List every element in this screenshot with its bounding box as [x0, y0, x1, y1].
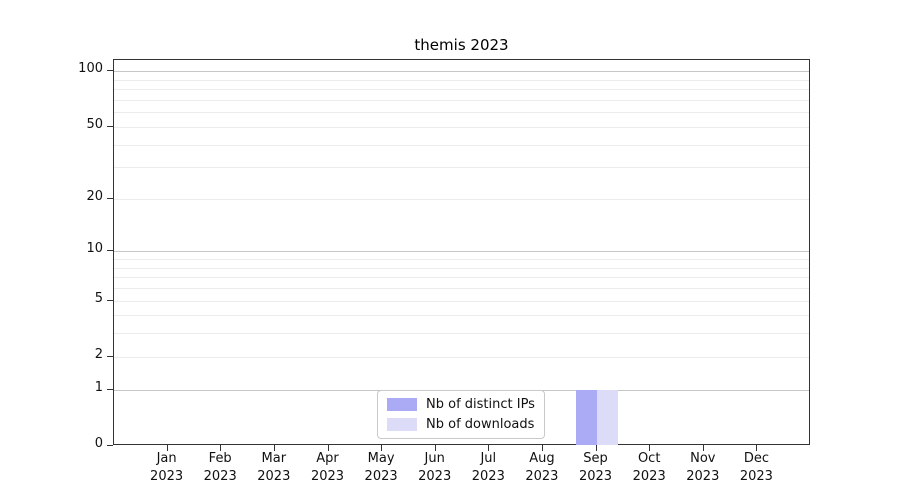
y-tick-label: 100 [35, 61, 103, 76]
x-tick-label: Aug2023 [512, 450, 572, 486]
y-minor-gridline [114, 259, 809, 260]
y-minor-gridline [114, 301, 809, 302]
distinct-ips-swatch-icon [387, 398, 417, 411]
y-minor-gridline [114, 277, 809, 278]
y-tick [107, 70, 113, 71]
x-tick-label: Dec2023 [726, 450, 786, 486]
y-tick [107, 126, 113, 127]
downloads-swatch-icon [387, 418, 417, 431]
legend: Nb of distinct IPs Nb of downloads [377, 390, 545, 439]
x-tick-label: Nov2023 [673, 450, 733, 486]
y-minor-gridline [114, 268, 809, 269]
y-minor-gridline [114, 89, 809, 90]
y-minor-gridline [114, 112, 809, 113]
y-minor-gridline [114, 80, 809, 81]
y-tick-label: 2 [35, 347, 103, 362]
bar-downloads [597, 390, 618, 445]
y-tick-label: 10 [35, 241, 103, 256]
legend-label-distinct-ips: Nb of distinct IPs [426, 397, 535, 412]
legend-item-downloads: Nb of downloads [387, 417, 535, 432]
y-minor-gridline [114, 357, 809, 358]
y-minor-gridline [114, 315, 809, 316]
y-tick-label: 0 [35, 436, 103, 451]
y-minor-gridline [114, 333, 809, 334]
y-tick [107, 356, 113, 357]
legend-item-distinct-ips: Nb of distinct IPs [387, 397, 535, 412]
y-tick [107, 198, 113, 199]
y-minor-gridline [114, 145, 809, 146]
x-tick-label: May2023 [351, 450, 411, 486]
y-tick [107, 445, 113, 446]
y-major-gridline [114, 251, 809, 252]
y-major-gridline [114, 71, 809, 72]
y-tick-label: 20 [35, 189, 103, 204]
figure: themis 2023 Nb of distinct IPs Nb of dow… [0, 0, 900, 500]
x-tick-label: Jun2023 [405, 450, 465, 486]
y-tick [107, 389, 113, 390]
x-tick-label: Feb2023 [190, 450, 250, 486]
bar-distinct-ips [576, 390, 597, 445]
legend-label-downloads: Nb of downloads [426, 417, 534, 432]
y-tick-label: 50 [35, 117, 103, 132]
y-tick [107, 250, 113, 251]
chart-title: themis 2023 [113, 36, 810, 54]
x-tick-label: Oct2023 [619, 450, 679, 486]
y-minor-gridline [114, 288, 809, 289]
y-minor-gridline [114, 100, 809, 101]
x-tick-label: Jul2023 [458, 450, 518, 486]
plot-area [113, 59, 810, 445]
y-tick [107, 300, 113, 301]
y-tick-label: 5 [35, 291, 103, 306]
y-minor-gridline [114, 127, 809, 128]
y-minor-gridline [114, 167, 809, 168]
x-tick-label: Jan2023 [137, 450, 197, 486]
x-tick-label: Apr2023 [298, 450, 358, 486]
x-tick-label: Sep2023 [566, 450, 626, 486]
y-tick-label: 1 [35, 380, 103, 395]
y-minor-gridline [114, 199, 809, 200]
x-tick-label: Mar2023 [244, 450, 304, 486]
